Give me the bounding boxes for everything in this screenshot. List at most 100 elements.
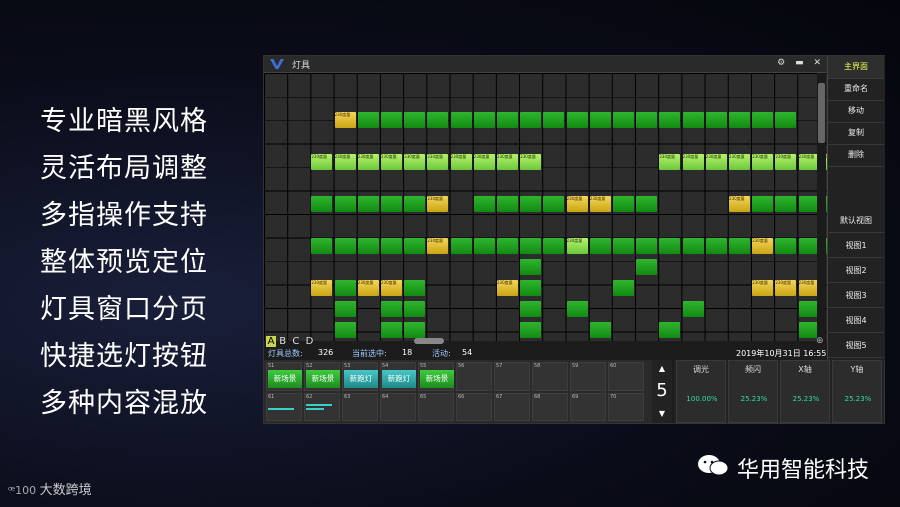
- fixture-cell[interactable]: 230度量: [589, 196, 611, 212]
- fixture-cell[interactable]: 230度量: [497, 154, 518, 170]
- fixture-cell[interactable]: [566, 112, 588, 128]
- scene-slot[interactable]: 60: [608, 362, 644, 391]
- fixture-cell[interactable]: [450, 238, 472, 254]
- fixture-cell[interactable]: [404, 280, 426, 296]
- scene-slot[interactable]: 65: [418, 393, 454, 421]
- scene-slot[interactable]: 64: [380, 393, 416, 421]
- scene-slot[interactable]: 67: [494, 393, 530, 421]
- scene-slot[interactable]: 69: [570, 393, 606, 421]
- fixture-cell[interactable]: [404, 301, 426, 317]
- fixture-cell[interactable]: [334, 322, 356, 338]
- fixture-cell[interactable]: 230度量: [427, 154, 449, 170]
- vertical-scrollbar[interactable]: [817, 73, 826, 341]
- horizontal-scroll-handle[interactable]: [414, 338, 444, 344]
- fixture-cell[interactable]: [357, 196, 379, 212]
- view-1-button[interactable]: 视图1: [828, 235, 884, 258]
- fixture-cell[interactable]: [497, 196, 518, 212]
- fixture-grid[interactable]: 230度量 230度量 230度量 230度量 230度量 230度量 230度量 230度量…: [264, 73, 827, 341]
- fixture-cell[interactable]: 230度量: [682, 154, 704, 170]
- fixture-cell[interactable]: [543, 112, 565, 128]
- fixture-cell[interactable]: [311, 238, 333, 254]
- fader-dimmer[interactable]: 调光 100.00%: [676, 360, 726, 423]
- fixture-cell[interactable]: [381, 322, 402, 338]
- tab-b[interactable]: B: [279, 336, 289, 347]
- fixture-cell[interactable]: [427, 112, 449, 128]
- fixture-cell[interactable]: 230度量: [311, 154, 333, 170]
- scene-slot[interactable]: 58: [532, 362, 568, 391]
- fixture-cell[interactable]: [334, 301, 356, 317]
- fixture-cell[interactable]: 230度量: [450, 154, 472, 170]
- fixture-cell[interactable]: [682, 112, 704, 128]
- fixture-cell[interactable]: [775, 238, 797, 254]
- fixture-cell[interactable]: [775, 196, 797, 212]
- fixture-cell[interactable]: 230度量: [404, 154, 426, 170]
- close-icon[interactable]: ✕: [813, 58, 821, 68]
- fixture-cell[interactable]: [705, 112, 727, 128]
- fixture-cell[interactable]: [520, 280, 542, 296]
- fixture-cell[interactable]: 230度量: [705, 154, 727, 170]
- fixture-cell[interactable]: 230度量: [497, 280, 518, 296]
- fixture-cell[interactable]: [775, 112, 797, 128]
- fixture-cell[interactable]: [636, 238, 658, 254]
- view-3-button[interactable]: 视图3: [828, 285, 884, 308]
- scene-slot[interactable]: 57: [494, 362, 530, 391]
- fixture-cell[interactable]: [682, 238, 704, 254]
- page-up-icon[interactable]: ▲: [652, 364, 672, 373]
- scene-slot[interactable]: 68: [532, 393, 568, 421]
- scene-slot[interactable]: 51 新场景: [266, 362, 302, 391]
- fixture-cell[interactable]: [497, 112, 518, 128]
- fader-x-axis[interactable]: X轴 25.23%: [780, 360, 830, 423]
- fixture-cell[interactable]: [381, 238, 402, 254]
- fixture-cell[interactable]: [473, 112, 495, 128]
- main-menu-button[interactable]: 主界面: [828, 56, 884, 79]
- fixture-cell[interactable]: 230度量: [729, 196, 750, 212]
- fixture-cell[interactable]: [613, 196, 634, 212]
- fixture-cell[interactable]: 230度量: [381, 154, 402, 170]
- fixture-cell[interactable]: [682, 301, 704, 317]
- fixture-cell[interactable]: 230度量: [729, 154, 750, 170]
- fixture-cell[interactable]: [334, 196, 356, 212]
- fixture-cell[interactable]: [520, 196, 542, 212]
- fixture-cell[interactable]: [520, 112, 542, 128]
- fixture-cell[interactable]: [357, 238, 379, 254]
- fixture-cell[interactable]: 230度量: [520, 154, 542, 170]
- fixture-cell[interactable]: [589, 238, 611, 254]
- scene-slot[interactable]: 56: [456, 362, 492, 391]
- tab-c[interactable]: C: [292, 336, 302, 347]
- fixture-cell[interactable]: [636, 259, 658, 275]
- fixture-cell[interactable]: [311, 196, 333, 212]
- fixture-cell[interactable]: [334, 238, 356, 254]
- scene-slot[interactable]: 55 新场景: [418, 362, 454, 391]
- fixture-cell[interactable]: [404, 112, 426, 128]
- tab-d[interactable]: D: [306, 336, 316, 347]
- view-4-button[interactable]: 视图4: [828, 310, 884, 333]
- fixture-cell[interactable]: 230度量: [775, 154, 797, 170]
- fixture-cell[interactable]: 230度量: [311, 280, 333, 296]
- copy-button[interactable]: 复制: [828, 122, 884, 145]
- fixture-cell[interactable]: 230度量: [659, 154, 681, 170]
- scene-slot[interactable]: 63: [342, 393, 378, 421]
- scene-slot[interactable]: 59: [570, 362, 606, 391]
- fixture-cell[interactable]: [381, 301, 402, 317]
- layout-icon[interactable]: ▬: [795, 58, 804, 68]
- fader-y-axis[interactable]: Y轴 25.23%: [832, 360, 882, 423]
- view-2-button[interactable]: 视图2: [828, 260, 884, 283]
- fixture-cell[interactable]: [613, 238, 634, 254]
- fixture-cell[interactable]: [659, 112, 681, 128]
- fixture-cell[interactable]: 230度量: [752, 280, 774, 296]
- zoom-icon[interactable]: ⊕: [816, 336, 824, 346]
- scene-slot[interactable]: 53 新跑灯: [342, 362, 378, 391]
- fixture-cell[interactable]: [404, 196, 426, 212]
- fixture-cell[interactable]: [752, 112, 774, 128]
- fixture-cell[interactable]: [613, 112, 634, 128]
- scene-slot[interactable]: 62: [304, 393, 340, 421]
- fixture-cell[interactable]: 230度量: [473, 154, 495, 170]
- fixture-cell[interactable]: [705, 238, 727, 254]
- fixture-cell[interactable]: [473, 238, 495, 254]
- scene-slot[interactable]: 66: [456, 393, 492, 421]
- fixture-cell[interactable]: [450, 112, 472, 128]
- fixture-cell[interactable]: 230度量: [334, 154, 356, 170]
- delete-button[interactable]: 删除: [828, 144, 884, 167]
- fixture-cell[interactable]: [381, 196, 402, 212]
- fixture-cell[interactable]: [543, 238, 565, 254]
